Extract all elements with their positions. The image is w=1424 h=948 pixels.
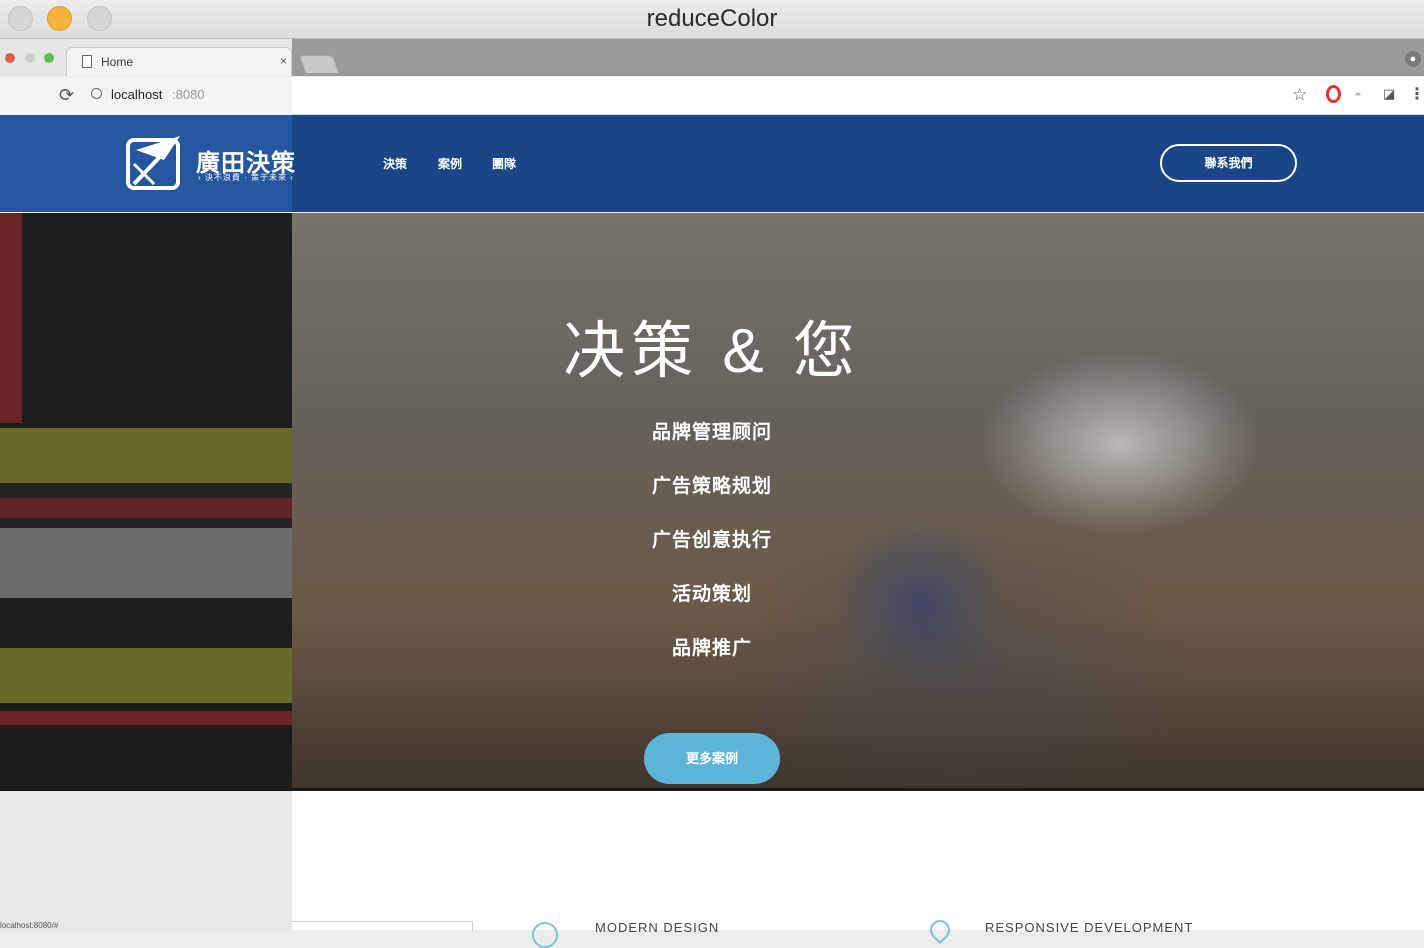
circle-icon <box>532 922 558 948</box>
browser-minimize-dot[interactable] <box>25 53 35 63</box>
logo-icon <box>126 136 180 190</box>
opera-extension-icon[interactable] <box>1326 85 1341 103</box>
logo-slogan: › 決不浪費 · 策于未來 ‹ <box>198 173 294 182</box>
nav-link-cases[interactable]: 案例 <box>438 155 462 172</box>
address-bar[interactable] <box>292 77 1424 115</box>
tab-home[interactable] <box>66 47 292 76</box>
bookmark-star-icon[interactable]: ☆ <box>1292 85 1307 105</box>
service-item: 活动策划 <box>671 584 752 605</box>
contact-us-button[interactable]: 聯系我們 <box>1160 144 1297 182</box>
url-host[interactable]: localhost <box>111 87 162 102</box>
more-cases-button[interactable]: 更多案例 <box>644 733 780 784</box>
tab-close-icon[interactable]: × <box>280 54 287 68</box>
status-bar-url: localhost:8080/# <box>0 921 59 930</box>
page-icon <box>82 55 92 68</box>
service-item: 品牌管理顾问 <box>651 422 772 443</box>
browser-maximize-dot[interactable] <box>44 53 54 63</box>
window-title: reduceColor <box>646 5 778 32</box>
reduced-color-band <box>0 711 292 725</box>
new-tab-button[interactable] <box>298 55 340 73</box>
feature-title-responsive-development: RESPONSIVE DEVELOPMENT <box>985 920 1194 935</box>
hero-title: 决策 & 您 <box>563 317 861 386</box>
extension-icon[interactable]: ◓ <box>1354 87 1362 102</box>
profile-icon[interactable]: ● <box>1405 51 1421 67</box>
feature-title-modern-design: MODERN DESIGN <box>595 920 720 935</box>
features-section <box>292 791 1424 930</box>
reload-icon[interactable]: ⟳ <box>59 86 74 104</box>
browser-close-dot[interactable] <box>5 53 15 63</box>
extension-icon[interactable]: ◪ <box>1383 86 1395 102</box>
nav-link-team[interactable]: 團隊 <box>492 155 516 172</box>
info-icon[interactable] <box>91 88 102 99</box>
nav-link-decisions[interactable]: 決策 <box>383 155 407 172</box>
service-item: 品牌推广 <box>671 638 752 659</box>
url-port[interactable]: :8080 <box>172 87 205 102</box>
service-item: 广告创意执行 <box>651 530 772 551</box>
reduced-color-band <box>0 498 292 518</box>
tab-title: Home <box>101 55 134 69</box>
features-reduced-area <box>0 791 292 930</box>
service-item: 广告策略规划 <box>651 476 772 497</box>
browser-menu-icon[interactable]: ⋮ <box>1409 84 1424 104</box>
